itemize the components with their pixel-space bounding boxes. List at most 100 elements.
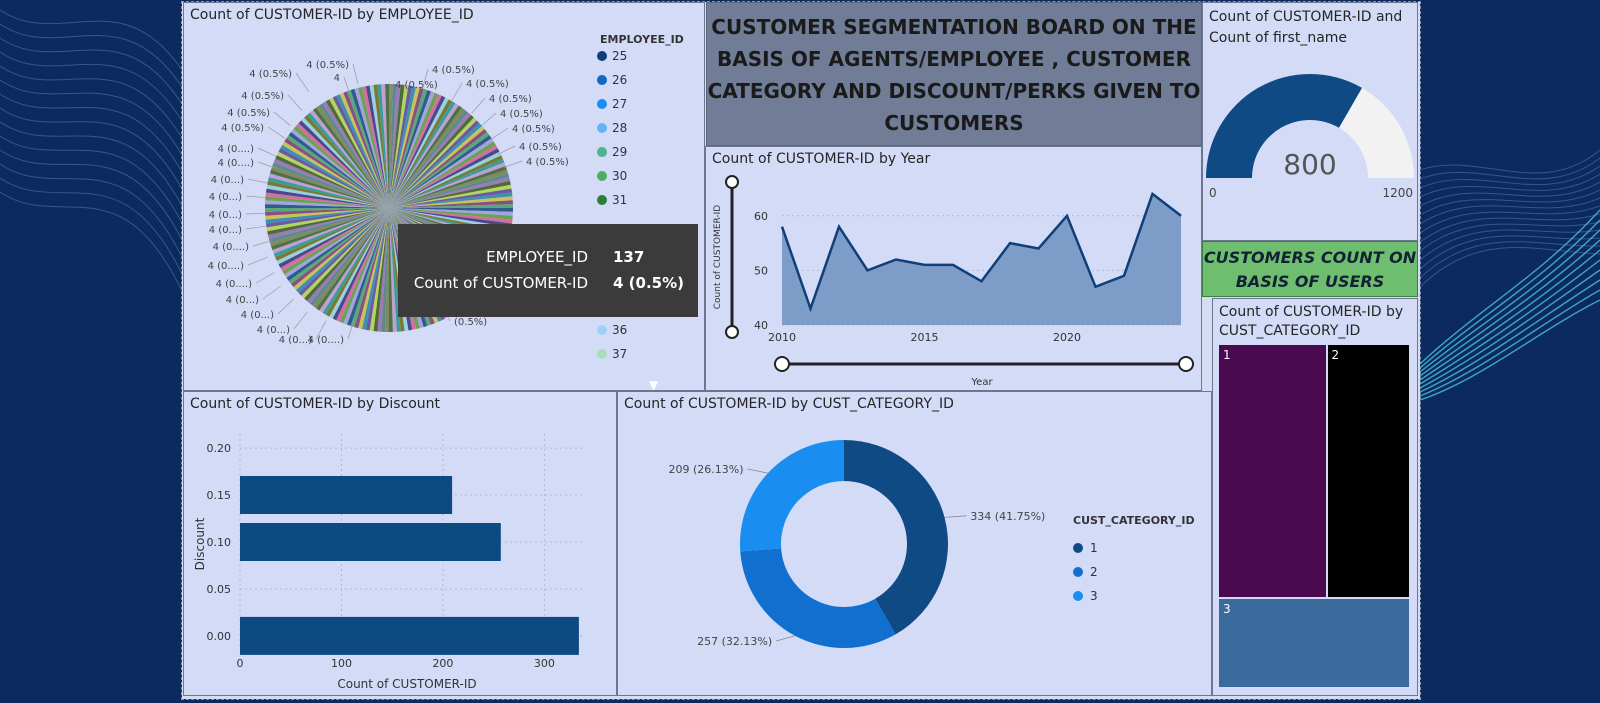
- pie-data-label: 4 (0.5%): [526, 157, 569, 168]
- year-area-panel: Count of CUSTOMER-ID by Year 40 50 60 2010 2…: [705, 146, 1202, 391]
- employee-legend-entry[interactable]: 27: [612, 97, 627, 111]
- background-wave-line: [0, 51, 183, 122]
- treemap-tile-label: 1: [1223, 348, 1231, 362]
- pie-data-label: 4 (0....): [308, 335, 345, 346]
- slider-handle-bottom[interactable]: [725, 325, 739, 339]
- area-y-tick: 40: [754, 319, 768, 332]
- treemap-tile-label: 2: [1331, 348, 1340, 362]
- employee-legend-entry[interactable]: 26: [612, 73, 627, 87]
- legend-scroll-down-icon[interactable]: ▼: [649, 378, 659, 390]
- pie-leader-line: [245, 212, 267, 215]
- pie-data-label: 4 (0....): [218, 144, 255, 155]
- discount-bar[interactable]: [240, 523, 501, 561]
- year-area-chart[interactable]: 40 50 60 2010 2015 2020 Count of CUSTOMER-ID …: [706, 147, 1201, 390]
- title-line-2: BASIS OF AGENTS/EMPLOYEE , CUSTOMER: [716, 47, 1191, 71]
- area-y-axis-label: Count of CUSTOMER-ID: [713, 205, 723, 310]
- donut-leader-line: [776, 635, 796, 642]
- pie-leader-line: [247, 256, 268, 266]
- background-wave-line: [0, 9, 183, 71]
- background-wave-line: [0, 65, 183, 139]
- area-x-tick: 2010: [768, 331, 796, 344]
- pie-leader-line: [255, 272, 275, 284]
- legend-marker: [1073, 543, 1083, 553]
- pie-data-label: 4 (0.5%): [500, 109, 543, 120]
- employee-pie-chart[interactable]: 4 (0.5%) 4 (0.5%) 4 (0.5%) 4 (0.5%) 4 (0....…: [184, 3, 704, 390]
- horizontal-range-slider[interactable]: [774, 356, 1194, 372]
- pie-leader-line: [503, 160, 523, 168]
- tooltip-field1-value: 137: [613, 248, 645, 266]
- employee-legend-entry[interactable]: 30: [612, 169, 627, 183]
- discount-bar-chart[interactable]: 0.00 0.05 0.10 0.15 0.20 0 100 200 300 Count of …: [184, 392, 616, 695]
- bar-y-tick: 0.00: [207, 630, 232, 643]
- title-line-1: CUSTOMER SEGMENTATION BOARD ON THE: [711, 15, 1197, 39]
- pie-leader-line: [293, 311, 308, 330]
- users-count-line-2: BASIS OF USERS: [1235, 272, 1385, 291]
- title-line-4: CUSTOMERS: [884, 111, 1024, 135]
- bar-x-tick: 200: [432, 657, 453, 670]
- gauge-value-label: 800: [1283, 148, 1336, 181]
- pie-leader-line: [471, 97, 486, 114]
- donut-legend-entry[interactable]: 3: [1090, 589, 1098, 603]
- gauge-min-label: 0: [1209, 186, 1217, 200]
- bar-y-tick: 0.15: [207, 489, 232, 502]
- pie-data-label: 4 (0....): [213, 242, 250, 253]
- treemap-panel: Count of CUSTOMER-ID by CUST_CATEGORY_ID…: [1212, 298, 1418, 696]
- pie-data-label: 4 (0...): [209, 210, 242, 221]
- employee-legend-entry[interactable]: 28: [612, 121, 627, 135]
- legend-marker: [597, 99, 607, 109]
- slider-handle-top[interactable]: [725, 175, 739, 189]
- slider-handle-left[interactable]: [774, 356, 790, 372]
- vertical-range-slider[interactable]: [725, 175, 739, 339]
- pie-data-label: 4 (0.5%): [395, 80, 438, 91]
- background-wave-line: [0, 37, 183, 105]
- slider-handle-right[interactable]: [1178, 356, 1194, 372]
- employee-legend-entry[interactable]: 25: [612, 49, 627, 63]
- background-wave-line: [0, 177, 183, 275]
- employee-legend-entry[interactable]: 37: [612, 347, 627, 361]
- donut-legend-entry[interactable]: 1: [1090, 541, 1098, 555]
- gauge-chart[interactable]: 800 0 1200: [1203, 3, 1417, 240]
- background-wave-line: [0, 79, 183, 156]
- category-donut-chart[interactable]: 334 (41.75%) 257 (32.13%) 209 (26.13%) CUS…: [618, 392, 1211, 695]
- background-wave-line: [1419, 197, 1600, 225]
- background-wave-line: [0, 93, 183, 173]
- donut-slice[interactable]: [740, 440, 844, 552]
- treemap-chart[interactable]: 1 2 3: [1219, 345, 1411, 689]
- pie-leader-line: [257, 147, 277, 157]
- treemap-tile[interactable]: 2: [1327, 345, 1409, 598]
- treemap-tile[interactable]: 3: [1219, 599, 1409, 687]
- discount-bar[interactable]: [240, 476, 453, 514]
- background-wave-line: [1419, 229, 1600, 373]
- background-wave-line: [1419, 157, 1600, 180]
- area-x-tick: 2020: [1053, 331, 1081, 344]
- legend-marker: [597, 349, 607, 359]
- legend-marker: [1073, 567, 1083, 577]
- employee-legend-entry[interactable]: 29: [612, 145, 627, 159]
- area-fill: [782, 193, 1181, 325]
- employee-legend-entry[interactable]: 36: [612, 323, 627, 337]
- pie-data-label: 4 (0.5%): [249, 69, 292, 80]
- background-wave-line: [0, 107, 183, 190]
- gauge-max-label: 1200: [1382, 186, 1413, 200]
- pie-data-label: 4 (0.5%): [227, 108, 270, 119]
- dashboard-title: CUSTOMER SEGMENTATION BOARD ON THE BASIS…: [707, 11, 1201, 139]
- pie-data-label: 4: [334, 73, 340, 84]
- discount-bar[interactable]: [240, 616, 579, 655]
- background-wave-line: [1419, 209, 1600, 365]
- pie-data-label: 4 (0.5%): [241, 91, 284, 102]
- donut-data-label: 334 (41.75%): [970, 510, 1045, 523]
- employee-legend-title: EMPLOYEE_ID: [600, 33, 684, 46]
- pie-leader-line: [267, 126, 286, 139]
- pie-leader-line: [451, 82, 463, 101]
- employee-legend-entry[interactable]: 31: [612, 193, 627, 207]
- treemap-tile[interactable]: 1: [1219, 345, 1326, 598]
- employee-pie-panel: Count of CUSTOMER-ID by EMPLOYEE_ID 4 (0…: [183, 2, 705, 391]
- donut-data-label: 257 (32.13%): [697, 635, 772, 648]
- donut-slice[interactable]: [740, 548, 896, 648]
- donut-legend-entry[interactable]: 2: [1090, 565, 1098, 579]
- pie-leader-line: [273, 111, 291, 126]
- legend-marker: [1073, 591, 1083, 601]
- legend-marker: [597, 75, 607, 85]
- users-count-label: CUSTOMERS COUNT ON BASIS OF USERS: [1203, 246, 1417, 294]
- bar-x-tick: 100: [331, 657, 352, 670]
